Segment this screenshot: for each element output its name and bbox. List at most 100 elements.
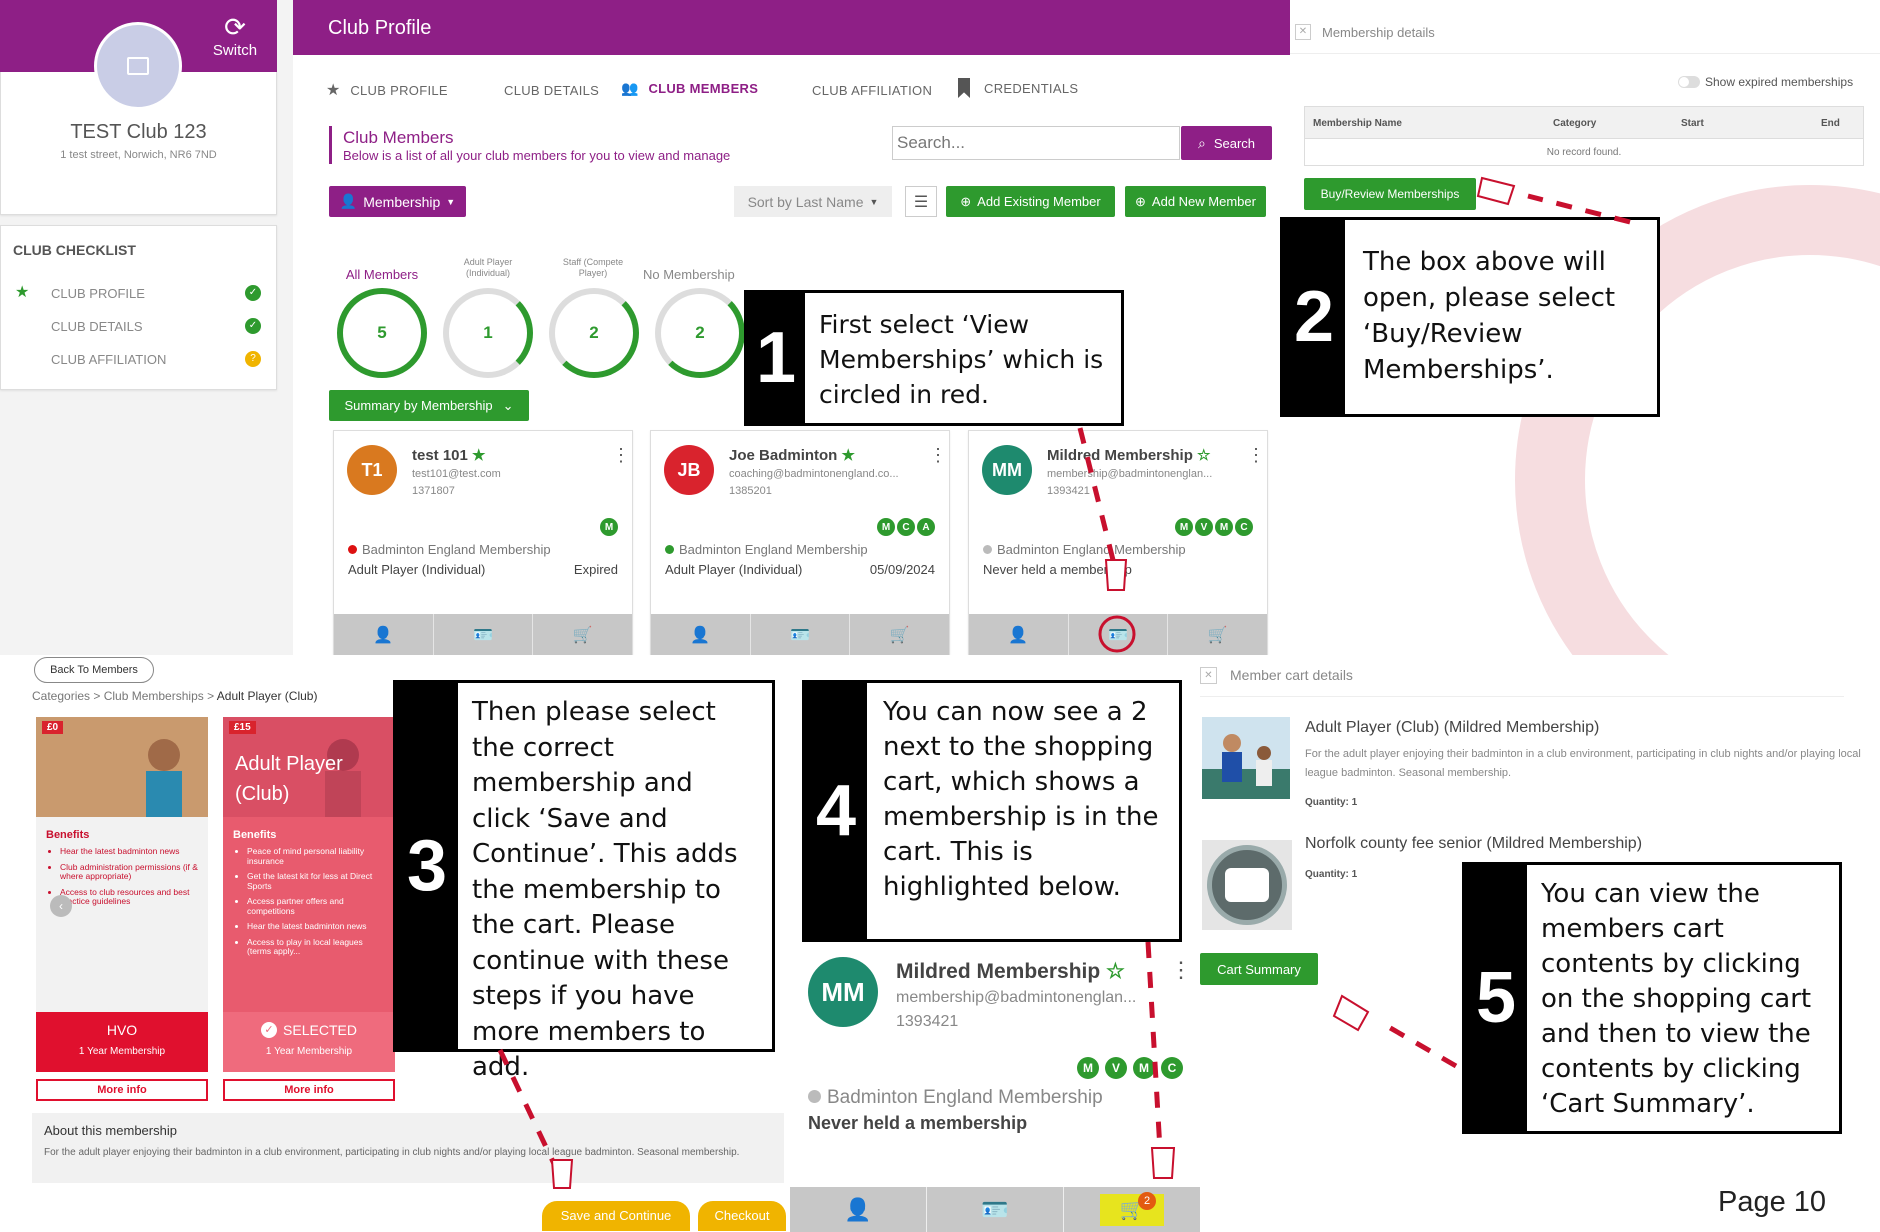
membership-type: Never held a membership — [808, 1113, 1028, 1133]
membership-badge: C — [1161, 1057, 1183, 1079]
more-info-button[interactable]: More info — [36, 1079, 208, 1101]
member-name: Mildred Membership ☆ — [896, 960, 1125, 983]
buy-review-memberships-button[interactable]: Buy/Review Memberships — [1304, 178, 1476, 210]
caret-down-icon: ▼ — [446, 196, 456, 207]
benefit-item: Access partner offers and competitions — [247, 896, 387, 916]
checklist-item-club-affiliation[interactable]: CLUB AFFILIATION — [51, 352, 166, 367]
membership-badge: C — [897, 518, 915, 536]
member-email: membership@badmintonenglan... — [896, 989, 1137, 1006]
close-icon[interactable]: ✕ — [1200, 667, 1217, 684]
benefits-title: Benefits — [46, 829, 90, 841]
user-icon: 👤 — [690, 626, 711, 644]
status-dot — [808, 1090, 821, 1103]
empty-row: No record found. — [1546, 147, 1622, 158]
add-existing-member-button[interactable]: ⊕ Add Existing Member — [946, 186, 1115, 217]
product-card[interactable]: £15 Adult Player (Club) Benefits Peace o… — [223, 717, 395, 1072]
callout-text: You can now see a 2 next to the shopping… — [883, 697, 1159, 902]
summary-ring-staff[interactable]: 2 — [549, 288, 639, 378]
summary-label-staff: Staff (Compete Player) — [562, 257, 624, 278]
membership-line: Badminton England Membership — [808, 1087, 1103, 1109]
tab-credentials[interactable]: CREDENTIALS — [958, 78, 1078, 98]
membership-filter-button[interactable]: 👤 Membership ▼ — [329, 186, 466, 217]
breadcrumb: Categories > Club Memberships > Adult Pl… — [32, 689, 318, 703]
cart-button[interactable]: 🛒 — [850, 614, 949, 655]
search-icon: ⌕ — [1197, 134, 1206, 151]
members-subtitle: Below is a list of all your club members… — [343, 148, 731, 163]
checklist-item-club-profile[interactable]: CLUB PROFILE — [51, 286, 145, 301]
product-footer[interactable]: ✓ SELECTED 1 Year Membership — [223, 1012, 395, 1072]
cart-item-description: For the adult player enjoying their badm… — [1305, 748, 1861, 779]
carousel-prev-button[interactable]: ‹ — [50, 895, 72, 917]
callout-number: 2 — [1283, 220, 1345, 414]
view-memberships-button[interactable]: 🪪 — [1069, 614, 1169, 655]
chevron-down-icon: ⌄ — [502, 397, 514, 413]
view-profile-button[interactable]: 👤 — [334, 614, 434, 655]
summary-ring-none[interactable]: 2 — [655, 288, 745, 378]
search-button[interactable]: ⌕ Search — [1181, 126, 1272, 160]
cart-item-name: Norfolk county fee senior (Mildred Membe… — [1305, 835, 1643, 852]
about-text: For the adult player enjoying their badm… — [44, 1147, 740, 1158]
cart-item-quantity: Quantity: 1 — [1305, 869, 1358, 880]
cart-button[interactable]: 🛒 — [533, 614, 632, 655]
check-icon: ✓ — [245, 318, 261, 334]
member-email: membership@badmintonenglan... — [1047, 468, 1213, 480]
kebab-menu-icon[interactable]: ⋮ — [929, 445, 947, 466]
product-footer[interactable]: HVO 1 Year Membership — [36, 1012, 208, 1072]
show-expired-label: Show expired memberships — [1705, 75, 1854, 89]
tab-club-profile[interactable]: ★ CLUB PROFILE — [326, 80, 448, 100]
summary-label-all: All Members — [345, 267, 419, 282]
view-profile-button[interactable]: 👤 — [790, 1187, 927, 1232]
view-memberships-button[interactable]: 🪪 — [751, 614, 851, 655]
callout-number: 1 — [747, 293, 805, 423]
benefit-item: Access to club resources and best practi… — [60, 887, 200, 907]
shopping-cart-icon: 🛒 — [889, 626, 910, 644]
tab-club-members[interactable]: 👥 CLUB MEMBERS — [621, 80, 758, 97]
summary-ring-all[interactable]: 5 — [337, 288, 427, 378]
view-profile-button[interactable]: 👤 — [651, 614, 751, 655]
sort-select[interactable]: Sort by Last Name ▼ — [734, 186, 892, 217]
checkout-button[interactable]: Checkout — [698, 1201, 786, 1231]
view-memberships-button[interactable]: 🪪 — [927, 1187, 1064, 1232]
membership-type: Adult Player (Individual) — [348, 562, 486, 577]
kebab-menu-icon[interactable]: ⋮ — [612, 445, 630, 466]
view-profile-button[interactable]: 👤 — [969, 614, 1069, 655]
about-membership-box: About this membership For the adult play… — [32, 1113, 784, 1183]
summary-ring-adult[interactable]: 1 — [443, 288, 533, 378]
star-outline-icon: ☆ — [1106, 960, 1125, 983]
product-title: Adult Player (Club) — [235, 753, 343, 805]
list-view-button[interactable]: ☰ — [905, 186, 937, 217]
cart-item-quantity: Quantity: 1 — [1305, 797, 1358, 808]
cart-summary-button[interactable]: Cart Summary — [1200, 953, 1318, 985]
save-and-continue-button[interactable]: Save and Continue — [542, 1201, 690, 1231]
kebab-menu-icon[interactable]: ⋮ — [1170, 957, 1192, 983]
membership-type: Never held a membership — [983, 562, 1132, 577]
cart-count-badge: 2 — [1138, 1191, 1156, 1210]
member-avatar: T1 — [347, 445, 397, 495]
tab-club-details[interactable]: CLUB DETAILS — [504, 83, 599, 98]
checklist-item-club-details[interactable]: CLUB DETAILS — [51, 319, 143, 334]
breadcrumb-current: Adult Player (Club) — [216, 689, 318, 703]
close-icon[interactable]: ✕ — [1295, 24, 1311, 40]
member-avatar: MM — [808, 957, 878, 1027]
switch-icon: ⟳ — [224, 12, 246, 42]
show-expired-toggle[interactable] — [1678, 76, 1700, 88]
checklist-star-icon: ★ — [15, 284, 30, 301]
back-to-members-button[interactable]: Back To Members — [34, 657, 154, 683]
more-info-button[interactable]: More info — [223, 1079, 395, 1101]
member-card: MM Mildred Membership ☆ ⋮ membership@bad… — [968, 430, 1268, 655]
membership-badge: V — [1195, 518, 1213, 536]
star-icon: ★ — [326, 82, 341, 99]
search-input[interactable]: Search... — [892, 126, 1180, 160]
summary-by-membership-button[interactable]: Summary by Membership ⌄ — [329, 390, 529, 421]
kebab-menu-icon[interactable]: ⋮ — [1247, 445, 1265, 466]
cart-button[interactable]: 🛒 — [1168, 614, 1267, 655]
id-card-icon: 🪪 — [1108, 626, 1128, 644]
switch-button[interactable]: ⟳ Switch — [200, 14, 270, 59]
membership-badge: M — [877, 518, 895, 536]
membership-line: Badminton England Membership — [348, 542, 551, 557]
view-memberships-button[interactable]: 🪪 — [434, 614, 534, 655]
cart-button[interactable]: 🛒 2 — [1064, 1187, 1200, 1232]
tab-club-affiliation[interactable]: CLUB AFFILIATION — [812, 83, 932, 98]
add-new-member-button[interactable]: ⊕ Add New Member — [1125, 186, 1266, 217]
membership-badge: C — [1235, 518, 1253, 536]
